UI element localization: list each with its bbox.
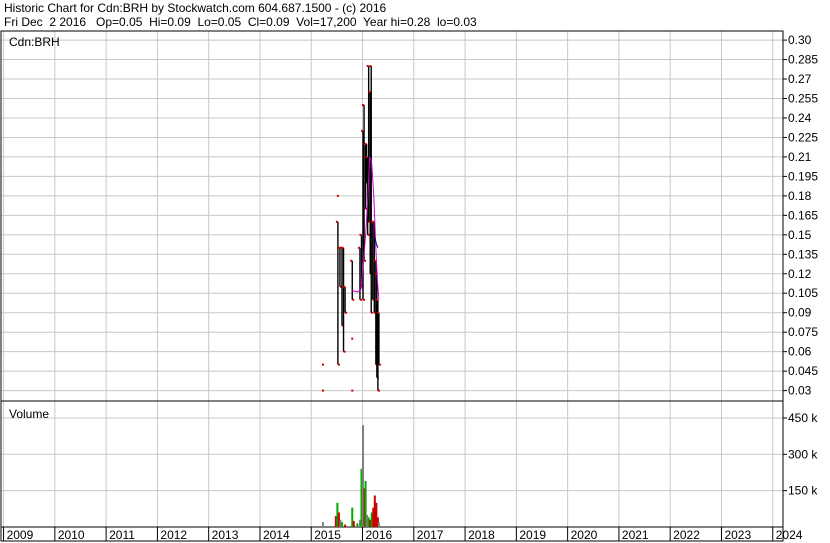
price-bar-high-tick bbox=[366, 65, 369, 68]
price-tick-label: 0.30 bbox=[788, 33, 812, 47]
price-tick-label: 0.18 bbox=[788, 189, 812, 203]
price-bar-low-tick bbox=[345, 311, 348, 314]
price-bar-low-tick bbox=[377, 389, 380, 392]
year-label: 2023 bbox=[724, 528, 751, 542]
price-bar-low-tick bbox=[337, 363, 340, 366]
stock-chart: Cdn:BRH Volume 0.30 0.285 0.27 0.255 0.24 0.2… bbox=[0, 30, 818, 542]
volume-axis: 150 k 300 k 450 k bbox=[783, 411, 818, 498]
grid-lines bbox=[1, 31, 783, 527]
price-bar-high-tick bbox=[365, 155, 368, 158]
year-axis: 2009 2010 2011 2012 2013 2014 2015 2016 2017 2018… bbox=[3, 527, 803, 542]
price-bar-high-tick bbox=[373, 259, 376, 262]
volume-bar bbox=[356, 523, 359, 527]
volume-bars bbox=[322, 425, 380, 527]
volume-bar bbox=[344, 524, 347, 527]
price-tick-label: 0.165 bbox=[788, 208, 818, 222]
price-bar-high-tick bbox=[376, 311, 379, 314]
price-bar-high-tick bbox=[362, 104, 365, 106]
volume-tick-label: 150 k bbox=[788, 484, 818, 498]
price-tick-label: 0.255 bbox=[788, 92, 818, 106]
volume-tick-label: 300 k bbox=[788, 447, 818, 461]
year-label: 2017 bbox=[417, 528, 444, 542]
price-bar-high-tick bbox=[364, 142, 367, 145]
price-bar-high-tick bbox=[359, 233, 362, 236]
price-tick-label: 0.27 bbox=[788, 72, 812, 86]
price-bar-high-tick bbox=[350, 259, 353, 262]
volume-label: Volume bbox=[9, 407, 49, 421]
volume-tick-label: 450 k bbox=[788, 411, 818, 425]
year-label: 2022 bbox=[673, 528, 700, 542]
price-bar-low-tick bbox=[378, 363, 381, 366]
price-tick-label: 0.285 bbox=[788, 53, 818, 67]
price-dot bbox=[322, 363, 325, 366]
price-bar-low-tick bbox=[343, 350, 346, 353]
year-label: 2013 bbox=[212, 528, 239, 542]
volume-panel bbox=[0, 400, 784, 528]
price-bar-low-tick bbox=[359, 298, 362, 301]
symbol-label: Cdn:BRH bbox=[9, 35, 60, 49]
price-dot bbox=[336, 194, 339, 197]
price-bar-low-tick bbox=[364, 259, 367, 262]
price-bar-low-tick bbox=[367, 233, 370, 236]
price-panel bbox=[0, 30, 784, 402]
price-bar-high-tick bbox=[375, 298, 378, 301]
price-bar-low-tick bbox=[352, 298, 355, 301]
price-tick-label: 0.195 bbox=[788, 169, 818, 183]
price-bar-high-tick bbox=[337, 246, 340, 249]
price-bar-high-tick bbox=[357, 246, 360, 249]
year-label: 2018 bbox=[468, 528, 495, 542]
year-label: 2012 bbox=[160, 528, 187, 542]
price-tick-label: 0.105 bbox=[788, 286, 818, 300]
price-bar-high-tick bbox=[341, 246, 344, 249]
volume-bar bbox=[341, 522, 344, 527]
year-label: 2019 bbox=[519, 528, 546, 542]
price-axis: 0.30 0.285 0.27 0.255 0.24 0.225 0.21 0.195 0.18… bbox=[783, 33, 818, 398]
price-bar-high-tick bbox=[368, 91, 371, 94]
price-bar-high-tick bbox=[361, 129, 364, 132]
year-label: 2020 bbox=[571, 528, 598, 542]
year-label: 2015 bbox=[314, 528, 341, 542]
price-bars bbox=[322, 65, 381, 392]
year-label: 2014 bbox=[263, 528, 290, 542]
price-bar-high-tick bbox=[372, 220, 375, 223]
price-dot bbox=[351, 337, 354, 340]
price-dot bbox=[322, 389, 325, 392]
year-label: 2011 bbox=[109, 528, 135, 542]
price-tick-label: 0.21 bbox=[788, 150, 812, 164]
price-bar-high-tick bbox=[343, 285, 346, 288]
volume-bar bbox=[322, 522, 325, 527]
year-label: 2010 bbox=[58, 528, 85, 542]
year-label: 2016 bbox=[366, 528, 393, 542]
price-dot bbox=[351, 389, 354, 392]
volume-bar bbox=[377, 522, 380, 527]
volume-bar bbox=[352, 520, 355, 527]
price-tick-label: 0.225 bbox=[788, 130, 818, 144]
price-tick-label: 0.24 bbox=[788, 111, 812, 125]
price-tick-label: 0.09 bbox=[788, 306, 812, 320]
price-tick-label: 0.15 bbox=[788, 228, 812, 242]
price-tick-label: 0.075 bbox=[788, 325, 818, 339]
price-tick-label: 0.135 bbox=[788, 247, 818, 261]
year-label: 2009 bbox=[7, 528, 34, 542]
price-tick-label: 0.12 bbox=[788, 267, 812, 281]
price-bar-high-tick bbox=[335, 220, 338, 223]
price-tick-label: 0.03 bbox=[788, 384, 812, 398]
price-bar-high-tick bbox=[369, 65, 372, 68]
price-tick-label: 0.06 bbox=[788, 345, 812, 359]
price-bar-low-tick bbox=[371, 311, 374, 314]
year-label: 2024 bbox=[776, 528, 803, 542]
price-tick-label: 0.045 bbox=[788, 364, 818, 378]
price-bar-low-tick bbox=[363, 298, 366, 301]
year-label: 2021 bbox=[622, 528, 649, 542]
